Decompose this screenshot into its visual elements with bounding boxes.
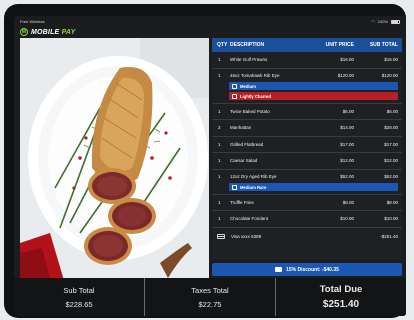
order-table: QTY DESCRIPTION UNIT PRICE SUB TOTAL 1 W… — [212, 38, 402, 260]
item-unit-price: $10.00 — [340, 216, 354, 222]
payment-label: Visa xxxx 6389 — [231, 234, 262, 239]
item-unit-price: $120.00 — [337, 72, 354, 78]
item-sub-total: $120.00 — [381, 72, 398, 78]
modifier-icon — [232, 83, 237, 89]
item-qty: 1 — [218, 216, 221, 222]
row-main: 1 12oz Dry Aged Rib Eye $52.00 $52.00 — [212, 170, 402, 179]
item-sub-total: $16.00 — [384, 57, 398, 63]
taxes-value: $22.75 — [198, 299, 222, 309]
table-row: 1 Grilled Flatbread $17.00 $17.00 — [212, 137, 402, 153]
discount-bar[interactable]: 15% Discount: -$40.35 — [212, 263, 402, 276]
payment-row: Visa xxxx 6389 -$251.40 — [212, 229, 402, 245]
col-unit-price: UNIT PRICE — [325, 42, 354, 48]
table-row: 2 Manhattan $14.00 $28.00 — [212, 120, 402, 137]
row-main: 1 46oz Tomahawk Rib Eye $120.00 $120.00 — [212, 69, 402, 78]
table-row: 1 Chocolate Fondant $10.00 $10.00 — [212, 211, 402, 228]
modifier-icon — [232, 93, 237, 99]
tablet-frame: Free Wireless ◠ 100% M MOBILE PAY QTY DE… — [4, 4, 406, 318]
item-sub-total: $6.00 — [386, 108, 398, 114]
status-right: ◠ 100% — [371, 19, 400, 24]
item-unit-price: $14.00 — [340, 125, 354, 131]
table-row: 1 White Gulf Prawns $16.00 $16.00 — [212, 52, 402, 69]
item-description: Grilled Flatbread — [230, 141, 264, 147]
wifi-icon: ◠ — [371, 19, 375, 24]
item-description: Truffle Fries — [230, 199, 254, 205]
item-qty: 1 — [218, 57, 221, 63]
table-row: 1 12oz Dry Aged Rib Eye $52.00 $52.00 Me… — [212, 170, 402, 195]
modifier-icon — [232, 184, 237, 190]
item-sub-total: $52.00 — [384, 173, 398, 179]
subtotal-panel: Sub Total $228.65 — [14, 278, 144, 316]
item-description: 46oz Tomahawk Rib Eye — [230, 72, 280, 78]
item-qty: 1 — [218, 199, 221, 205]
screen: Free Wireless ◠ 100% M MOBILE PAY QTY DE… — [14, 16, 406, 316]
item-unit-price: $6.00 — [342, 108, 354, 114]
brand-name-a: MOBILE — [31, 28, 62, 36]
item-sub-total: $17.00 — [384, 141, 398, 147]
item-modifiers: Medium Lightly Charred — [212, 80, 402, 100]
item-qty: 2 — [218, 125, 221, 131]
item-description: 12oz Dry Aged Rib Eye — [230, 173, 277, 179]
item-unit-price: $52.00 — [340, 173, 354, 179]
item-qty: 1 — [218, 141, 221, 147]
table-row: 1 Truffle Fries $8.00 $8.00 — [212, 195, 402, 211]
table-row: 1 Caesar Salad $12.00 $12.00 — [212, 153, 402, 170]
modifier-badge[interactable]: Medium Rare — [229, 183, 398, 191]
total-due-value: $251.40 — [322, 299, 360, 310]
col-qty: QTY — [217, 42, 228, 48]
table-row: 1 46oz Tomahawk Rib Eye $120.00 $120.00 … — [212, 69, 402, 104]
modifier-label: Medium — [240, 83, 256, 89]
food-photo — [20, 38, 209, 284]
taxes-label: Taxes Total — [191, 285, 229, 295]
table-header: QTY DESCRIPTION UNIT PRICE SUB TOTAL — [212, 38, 402, 52]
col-sub-total: SUB TOTAL — [369, 42, 398, 48]
item-sub-total: $10.00 — [384, 216, 398, 222]
item-qty: 1 — [218, 158, 221, 164]
item-sub-total: $12.00 — [384, 158, 398, 164]
battery-icon — [391, 19, 400, 24]
item-unit-price: $12.00 — [340, 158, 354, 164]
beef-wellington-image — [20, 38, 209, 284]
item-modifiers: Medium Rare — [212, 181, 402, 191]
item-unit-price: $16.00 — [340, 57, 354, 63]
status-bar: Free Wireless ◠ 100% — [14, 16, 406, 27]
battery-percent: 100% — [377, 19, 388, 24]
item-qty: 1 — [218, 173, 221, 179]
brand-name: MOBILE PAY — [31, 29, 76, 36]
item-description: Chocolate Fondant — [230, 216, 269, 222]
item-sub-total: $8.00 — [386, 199, 398, 205]
modifier-label: Lightly Charred — [240, 93, 271, 99]
payment-amount: -$251.40 — [380, 234, 398, 239]
item-description: Caesar Salad — [230, 158, 258, 164]
item-unit-price: $17.00 — [340, 141, 354, 147]
modifier-label: Medium Rare — [240, 184, 267, 190]
brand-name-b: PAY — [61, 28, 76, 36]
table-row: 1 Twice Baked Potato $6.00 $6.00 — [212, 104, 402, 120]
total-due-label: Total Due — [319, 284, 363, 295]
total-due-panel: Total Due $251.40 — [275, 278, 406, 316]
credit-card-icon — [217, 234, 225, 239]
item-description: White Gulf Prawns — [230, 57, 268, 63]
subtotal-value: $228.65 — [65, 299, 93, 309]
discount-label: 15% Discount: -$40.35 — [286, 266, 339, 273]
taxes-panel: Taxes Total $22.75 — [144, 278, 275, 316]
carrier-label: Free Wireless — [20, 19, 45, 24]
item-sub-total: $28.00 — [384, 125, 398, 131]
item-qty: 1 — [218, 108, 221, 114]
modifier-badge[interactable]: Medium — [229, 82, 398, 90]
brand-mark-icon: M — [20, 28, 28, 36]
discount-tag-icon — [275, 267, 283, 272]
item-unit-price: $8.00 — [342, 199, 354, 205]
brand-logo: M MOBILE PAY — [20, 28, 76, 36]
modifier-badge[interactable]: Lightly Charred — [229, 92, 398, 100]
item-description: Twice Baked Potato — [230, 108, 270, 114]
totals-bar: Sub Total $228.65 Taxes Total $22.75 Tot… — [14, 278, 406, 316]
col-description: DESCRIPTION — [230, 42, 265, 48]
item-qty: 1 — [218, 72, 221, 78]
subtotal-label: Sub Total — [63, 285, 95, 295]
item-description: Manhattan — [230, 125, 252, 131]
